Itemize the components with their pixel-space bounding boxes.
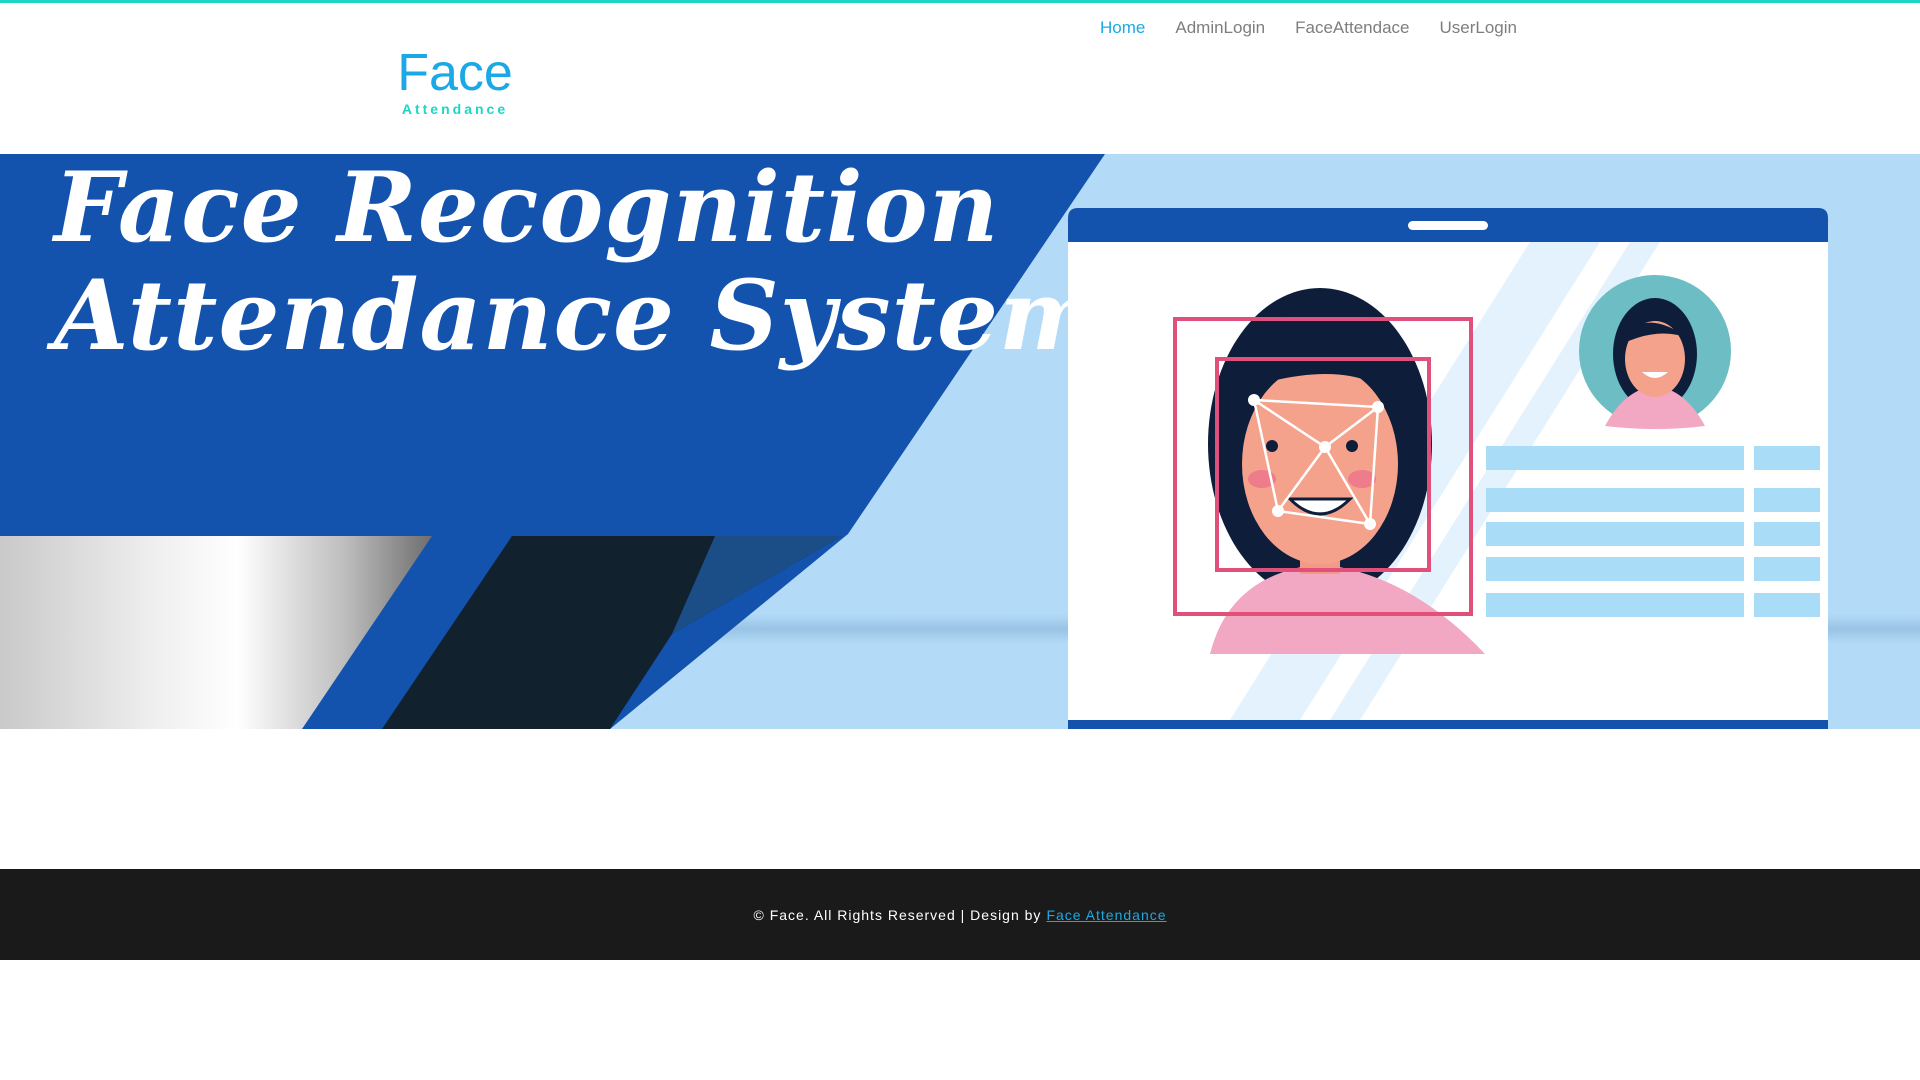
site-logo[interactable]: Face Attendance (390, 47, 520, 117)
nav-home[interactable]: Home (1100, 18, 1145, 38)
nav-admin-login[interactable]: AdminLogin (1175, 18, 1265, 38)
footer-copyright-text: © Face. All Rights Reserved | Design by (753, 906, 1042, 923)
banner-title-line1: Face Recognition (54, 154, 1000, 264)
banner-title: Face Recognition Attendance System (54, 154, 1102, 370)
banner-title-line2: Attendance System (54, 259, 1102, 372)
main-nav: Home AdminLogin FaceAttendace UserLogin (1100, 18, 1517, 38)
footer-copyright: © Face. All Rights Reserved | Design by F… (753, 907, 1166, 923)
hero-banner: Face Recognition Attendance System (0, 154, 1920, 729)
logo-subtitle: Attendance (401, 101, 509, 117)
footer-design-link[interactable]: Face Attendance (1046, 907, 1166, 923)
site-header: Face Attendance Home AdminLogin FaceAtte… (0, 3, 1920, 154)
nav-face-attendance[interactable]: FaceAttendace (1295, 18, 1409, 38)
nav-user-login[interactable]: UserLogin (1440, 18, 1518, 38)
site-footer: © Face. All Rights Reserved | Design by F… (0, 869, 1920, 960)
logo-title: Face (397, 44, 513, 102)
